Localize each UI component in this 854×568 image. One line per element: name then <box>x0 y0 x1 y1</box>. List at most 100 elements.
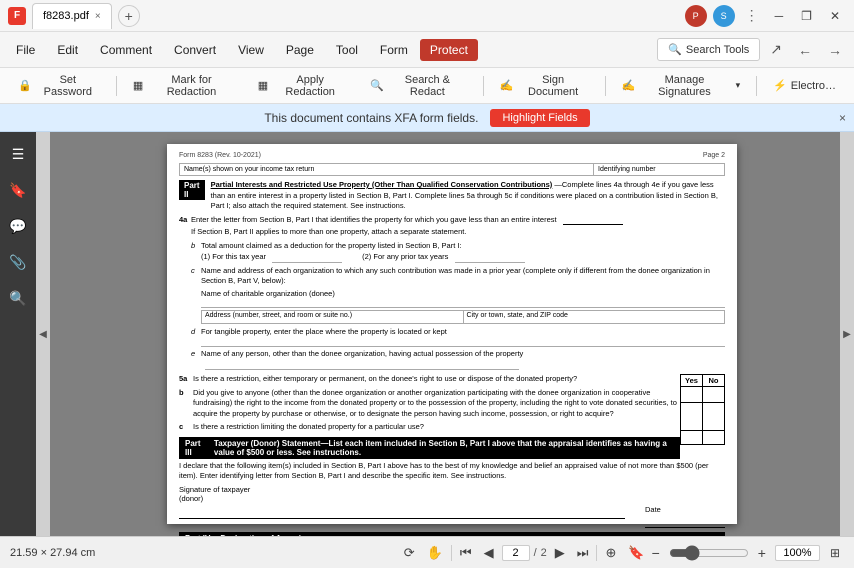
menu-convert[interactable]: Convert <box>164 39 226 61</box>
signature-field[interactable] <box>179 505 625 519</box>
sidebar-icon-bookmark[interactable]: 🔖 <box>4 176 32 204</box>
zoom-controls: − + ⊞ <box>649 544 844 562</box>
next-page-button[interactable]: ▶ <box>551 543 569 563</box>
yes-cell-5a[interactable] <box>681 387 703 403</box>
bookmark-button[interactable]: 🔖 <box>624 543 648 563</box>
apply-redaction-icon: ▦ <box>258 79 268 92</box>
search-tools-button[interactable]: 🔍 Search Tools <box>657 38 760 61</box>
apply-redaction-button[interactable]: ▦ Apply Redaction <box>248 70 359 102</box>
new-tab-button[interactable]: + <box>118 5 140 27</box>
toolbar-separator-1 <box>116 76 117 96</box>
menu-form[interactable]: Form <box>370 39 418 61</box>
yes-header: Yes <box>681 375 703 387</box>
zoom-percent-input[interactable] <box>775 545 820 561</box>
menu-file[interactable]: File <box>6 39 45 61</box>
electronic-icon: ⚡ <box>773 79 787 92</box>
zoom-in-button[interactable]: + <box>755 545 769 561</box>
search-redact-button[interactable]: 🔍 Search & Redact <box>360 70 477 102</box>
row-4a-text: Enter the letter from Section B, Part I … <box>191 215 557 224</box>
sidebar-icon-search[interactable]: 🔍 <box>4 284 32 312</box>
nav-separator-1 <box>451 545 452 561</box>
row-4e: e Name of any person, other than the don… <box>179 349 725 370</box>
back-button[interactable]: ← <box>792 38 818 62</box>
toolbar-separator-2 <box>483 76 484 96</box>
app-icon: F <box>8 7 26 25</box>
row-4d-field[interactable] <box>201 337 725 347</box>
row-4a: 4a Enter the letter from Section B, Part… <box>179 215 725 226</box>
zoom-out-button[interactable]: − <box>649 545 663 561</box>
forward-button[interactable]: → <box>822 38 848 62</box>
current-page-input[interactable] <box>502 545 530 561</box>
row-4d-text: For tangible property, enter the place w… <box>201 327 447 336</box>
part3-declaration: I declare that the following item(s) inc… <box>179 461 725 482</box>
sidebar-icon-attachment[interactable]: 📎 <box>4 248 32 276</box>
menu-tool[interactable]: Tool <box>326 39 368 61</box>
minimize-button[interactable]: ─ <box>769 7 790 25</box>
row-4e-field[interactable] <box>205 360 519 370</box>
row-4a-content: Enter the letter from Section B, Part I … <box>191 215 725 226</box>
city-field[interactable]: City or town, state, and ZIP code <box>464 310 726 324</box>
menu-edit[interactable]: Edit <box>47 39 88 61</box>
city-label: City or town, state, and ZIP code <box>467 312 568 319</box>
thumbnail-button[interactable]: ⊕ <box>601 543 620 563</box>
row-4b-option1: (1) For this tax year <box>201 252 342 263</box>
identifying-number-label: Identifying number <box>594 164 724 175</box>
xfa-bar-close-button[interactable]: × <box>839 111 846 125</box>
rotate-button[interactable]: ⟳ <box>400 543 419 563</box>
fit-page-button[interactable]: ⊞ <box>826 544 844 562</box>
no-cell-5a[interactable] <box>703 387 725 403</box>
document-tab[interactable]: f8283.pdf × <box>32 3 112 29</box>
close-button[interactable]: ✕ <box>824 7 846 25</box>
pdf-area[interactable]: Form 8283 (Rev. 10-2021) Page 2 Name(s) … <box>50 132 854 536</box>
more-options-icon[interactable]: ⋮ <box>741 5 763 26</box>
row-4d: d For tangible property, enter the place… <box>179 327 725 348</box>
sidebar-icon-nav[interactable]: ☰ <box>4 140 32 168</box>
highlight-fields-button[interactable]: Highlight Fields <box>490 109 589 127</box>
sidebar-icon-comment[interactable]: 💬 <box>4 212 32 240</box>
sign-document-button[interactable]: ✍ Sign Document <box>490 70 599 102</box>
share-button[interactable]: ↗ <box>764 37 788 62</box>
menu-protect[interactable]: Protect <box>420 39 478 61</box>
menu-right-actions: 🔍 Search Tools ↗ ← → <box>657 37 848 62</box>
mark-redaction-button[interactable]: ▦ Mark for Redaction <box>123 70 246 102</box>
yes-no-row-5a <box>681 387 725 403</box>
yes-no-section: Yes No <box>179 374 725 433</box>
protect-toolbar: 🔒 Set Password ▦ Mark for Redaction ▦ Ap… <box>0 68 854 104</box>
yes-no-row-5c <box>681 431 725 445</box>
prev-page-button[interactable]: ◀ <box>480 543 498 563</box>
set-password-button[interactable]: 🔒 Set Password <box>8 70 110 102</box>
electronic-button[interactable]: ⚡ Electro… <box>763 75 846 96</box>
set-password-label: Set Password <box>36 74 100 98</box>
left-panel-toggle[interactable]: ◀ <box>36 132 50 536</box>
name-org-field[interactable] <box>201 298 725 308</box>
yes-cell-5c[interactable] <box>681 431 703 445</box>
row-4b-content: Total amount claimed as a deduction for … <box>201 241 725 263</box>
manage-signatures-button[interactable]: ✍ Manage Signatures ▾ <box>612 70 750 102</box>
toolbar-separator-4 <box>756 76 757 96</box>
mark-redaction-label: Mark for Redaction <box>147 74 235 98</box>
no-cell-5b[interactable] <box>703 403 725 431</box>
tab-close-button[interactable]: × <box>95 11 101 22</box>
yes-cell-5b[interactable] <box>681 403 703 431</box>
hand-button[interactable]: ✋ <box>423 543 447 563</box>
menu-page[interactable]: Page <box>276 39 324 61</box>
address-field[interactable]: Address (number, street, and room or sui… <box>201 310 464 324</box>
row-5a: 5a Is there a restriction, either tempor… <box>179 374 680 385</box>
last-page-button[interactable]: ⏭ <box>573 543 593 563</box>
zoom-slider[interactable] <box>669 545 749 561</box>
manage-signatures-icon: ✍ <box>622 79 636 92</box>
row-5a-text: Is there a restriction, either temporary… <box>193 374 577 385</box>
row-4b-options: (1) For this tax year (2) For any prior … <box>201 252 725 263</box>
sign-document-icon: ✍ <box>500 79 514 92</box>
manage-signatures-label: Manage Signatures <box>639 74 729 98</box>
menu-view[interactable]: View <box>228 39 274 61</box>
no-cell-5c[interactable] <box>703 431 725 445</box>
first-page-button[interactable]: ⏮ <box>456 543 476 563</box>
row-5c-text: Is there a restriction limiting the dona… <box>193 422 424 433</box>
right-panel-toggle[interactable]: ▶ <box>840 132 854 536</box>
mark-redaction-icon: ▦ <box>133 79 143 92</box>
menu-comment[interactable]: Comment <box>90 39 162 61</box>
part4-row: Part IV Declaration of Appraiser <box>179 532 725 537</box>
date-field[interactable] <box>645 514 725 528</box>
restore-button[interactable]: ❐ <box>795 7 818 25</box>
